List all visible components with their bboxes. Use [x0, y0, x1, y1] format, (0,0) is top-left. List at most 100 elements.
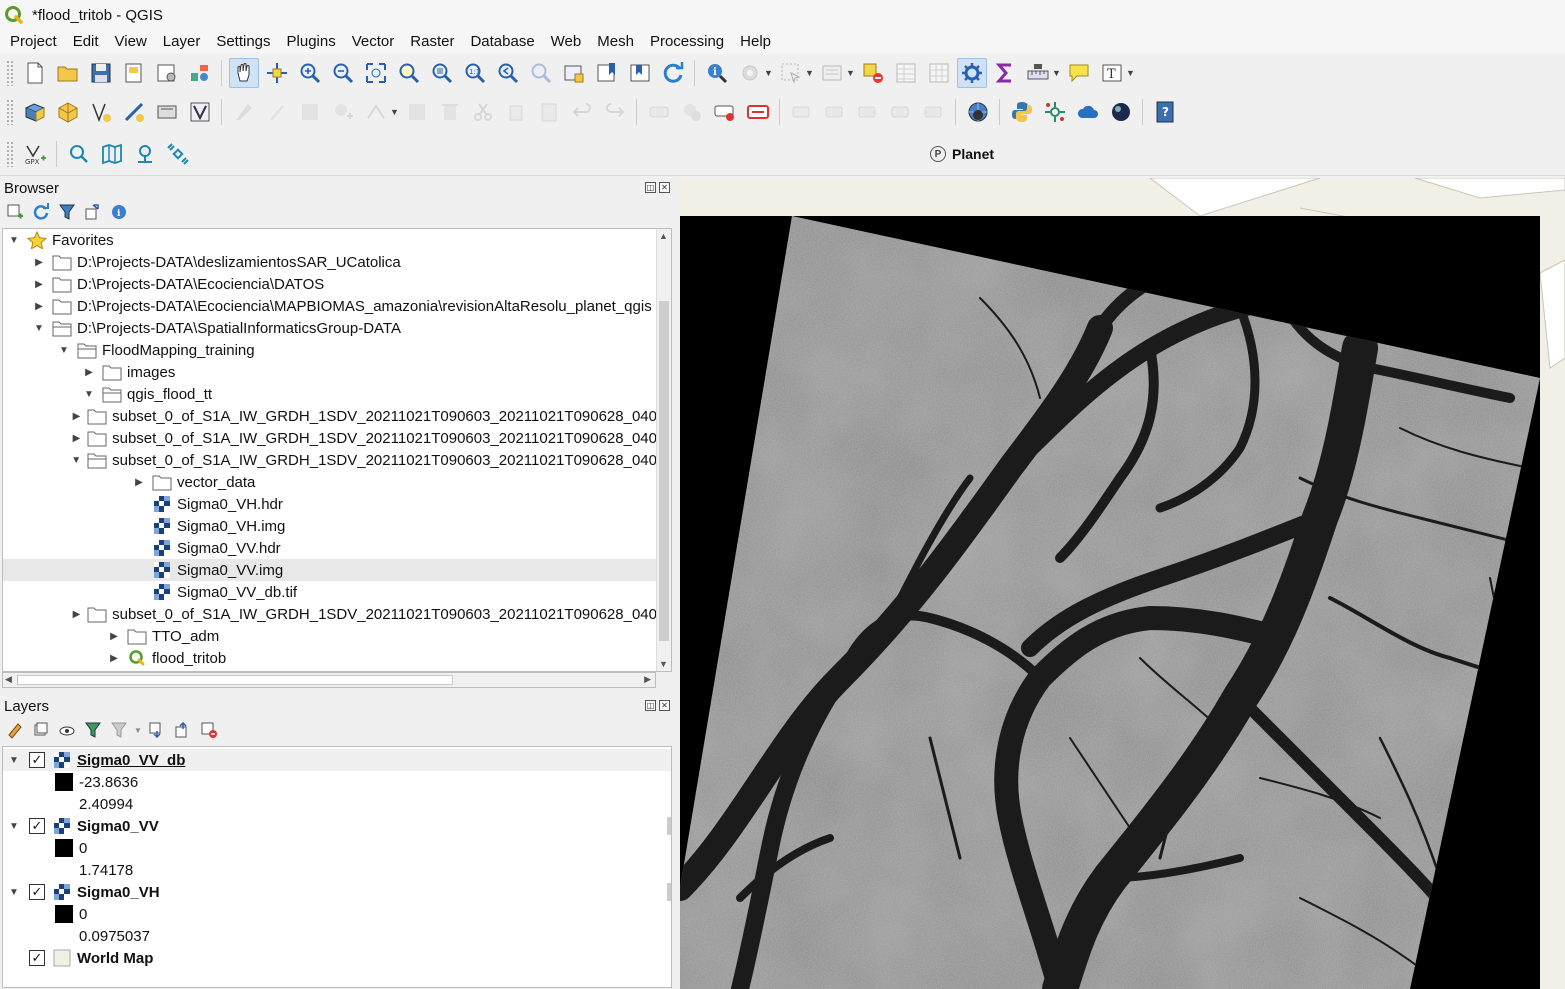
browser-item[interactable]: ▼ Favorites [3, 229, 657, 251]
menu-project[interactable]: Project [2, 31, 65, 53]
save-edits-icon[interactable] [295, 97, 325, 127]
cloud-icon[interactable] [1073, 97, 1103, 127]
chevron-down-icon[interactable]: ▼ [1052, 68, 1062, 78]
zoom-native-resolution-icon[interactable]: 1:1 [460, 58, 490, 88]
menu-database[interactable]: Database [462, 31, 542, 53]
close-panel-icon[interactable]: ✕ [659, 182, 670, 193]
chevron-down-icon[interactable]: ▼ [57, 345, 71, 356]
chevron-down-icon[interactable]: ▼ [390, 107, 400, 117]
chevron-down-icon[interactable]: ▼ [846, 68, 856, 78]
menu-view[interactable]: View [107, 31, 155, 53]
chevron-down-icon[interactable]: ▼ [71, 455, 81, 466]
browser-item[interactable]: ▶ subset_0_of_S1A_IW_GRDH_1SDV_20211021T0… [3, 603, 657, 625]
menu-processing[interactable]: Processing [642, 31, 732, 53]
refresh-browser-button[interactable] [30, 201, 52, 223]
style-manager-button[interactable] [185, 58, 215, 88]
menu-settings[interactable]: Settings [208, 31, 278, 53]
new-map-view-icon[interactable] [559, 58, 589, 88]
scroll-left-icon[interactable]: ◀ [5, 674, 12, 685]
filter-by-expression-button[interactable] [108, 719, 130, 741]
chevron-right-icon[interactable]: ▶ [72, 411, 81, 422]
manage-map-themes-button[interactable] [56, 719, 78, 741]
map-tips-icon[interactable] [1064, 58, 1094, 88]
measure-line-icon[interactable] [1023, 58, 1053, 88]
scroll-up-icon[interactable]: ▲ [659, 231, 668, 241]
browser-item[interactable]: ▶ images [3, 361, 657, 383]
toggle-label-display-icon[interactable] [743, 97, 773, 127]
browser-item[interactable]: Sigma0_VV.hdr [3, 537, 657, 559]
zoom-next-icon[interactable] [526, 58, 556, 88]
scroll-down-icon[interactable]: ▼ [659, 659, 668, 669]
open-attribute-table-icon[interactable] [891, 58, 921, 88]
map-canvas[interactable] [680, 178, 1565, 989]
quickmapservices-icon[interactable] [963, 97, 993, 127]
chevron-right-icon[interactable]: ▶ [72, 609, 81, 620]
change-label-icon[interactable] [919, 97, 949, 127]
highlight-pinned-labels-icon[interactable] [710, 97, 740, 127]
show-bookmarks-icon[interactable] [625, 58, 655, 88]
menu-plugins[interactable]: Plugins [279, 31, 344, 53]
select-by-value-icon[interactable] [817, 58, 847, 88]
chevron-down-icon[interactable]: ▼ [7, 887, 21, 898]
new-bookmark-icon[interactable] [592, 58, 622, 88]
browser-item[interactable]: ▶ vector_data [3, 471, 657, 493]
collapse-all-button[interactable] [82, 201, 104, 223]
zoom-to-layer-icon[interactable] [427, 58, 457, 88]
chevron-down-icon[interactable]: ▼ [805, 68, 815, 78]
search-icon[interactable] [64, 139, 94, 169]
chevron-right-icon[interactable]: ▶ [107, 631, 121, 642]
new-temporary-layer-icon[interactable] [152, 97, 182, 127]
browser-item[interactable]: ▶ D:\Projects-DATA\Ecociencia\DATOS [3, 273, 657, 295]
new-spatialite-layer-icon[interactable] [119, 97, 149, 127]
processing-graphical-modeler-icon[interactable] [1040, 97, 1070, 127]
new-project-button[interactable] [20, 58, 50, 88]
chevron-right-icon[interactable]: ▶ [32, 257, 46, 268]
layer-visibility-checkbox[interactable]: ✓ [29, 752, 45, 768]
location-pin-icon[interactable] [130, 139, 160, 169]
data-source-manager-icon[interactable] [20, 97, 50, 127]
browser-item[interactable]: ▶ flood_tritob [3, 647, 657, 669]
processing-toolbox-icon[interactable] [956, 58, 987, 88]
help-icon[interactable]: ? [1150, 97, 1180, 127]
menu-edit[interactable]: Edit [65, 31, 107, 53]
zoom-out-icon[interactable] [328, 58, 358, 88]
satellite-icon[interactable] [163, 139, 193, 169]
filter-browser-button[interactable] [56, 201, 78, 223]
expand-all-button[interactable] [146, 719, 168, 741]
chevron-right-icon[interactable]: ▶ [132, 477, 146, 488]
planet-plugin-button[interactable]: P Planet [930, 146, 994, 162]
browser-item[interactable]: Sigma0_VV.img [3, 559, 657, 581]
layer-item[interactable]: ▼ ✓ Sigma0_VV [3, 815, 671, 837]
modify-attributes-icon[interactable] [402, 97, 432, 127]
identify-features-icon[interactable]: i [702, 58, 732, 88]
new-print-layout-button[interactable] [119, 58, 149, 88]
new-virtual-layer-icon[interactable] [185, 97, 215, 127]
paste-features-icon[interactable] [534, 97, 564, 127]
python-console-icon[interactable] [1007, 97, 1037, 127]
open-layer-styling-button[interactable] [4, 719, 26, 741]
chevron-down-icon[interactable]: ▼ [7, 755, 21, 766]
layer-visibility-checkbox[interactable]: ✓ [29, 950, 45, 966]
browser-item[interactable]: ▶ subset_0_of_S1A_IW_GRDH_1SDV_20211021T0… [3, 427, 657, 449]
vertex-tool-icon[interactable] [361, 97, 391, 127]
zoom-full-icon[interactable] [361, 58, 391, 88]
browser-item[interactable]: ▶ D:\Projects-DATA\Ecociencia\MAPBIOMAS_a… [3, 295, 657, 317]
menu-help[interactable]: Help [732, 31, 779, 53]
layer-item[interactable]: ✓ World Map [3, 947, 671, 969]
toolbar-grip[interactable] [6, 140, 14, 167]
add-group-button[interactable] [30, 719, 52, 741]
close-panel-icon[interactable]: ✕ [659, 700, 670, 711]
float-panel-icon[interactable]: ◫ [645, 182, 656, 193]
remove-layer-button[interactable] [198, 719, 220, 741]
label-toolbar-icon[interactable] [644, 97, 674, 127]
chevron-right-icon[interactable]: ▶ [32, 279, 46, 290]
browser-item[interactable]: Sigma0_VH.img [3, 515, 657, 537]
browser-item[interactable]: ▼ D:\Projects-DATA\SpatialInformaticsGrou… [3, 317, 657, 339]
field-calculator-icon[interactable] [924, 58, 954, 88]
menu-layer[interactable]: Layer [155, 31, 209, 53]
new-geopackage-layer-icon[interactable] [53, 97, 83, 127]
map-render[interactable] [680, 178, 1565, 989]
chevron-right-icon[interactable]: ▶ [82, 367, 96, 378]
save-project-button[interactable] [86, 58, 116, 88]
chevron-down-icon[interactable]: ▼ [1126, 68, 1136, 78]
